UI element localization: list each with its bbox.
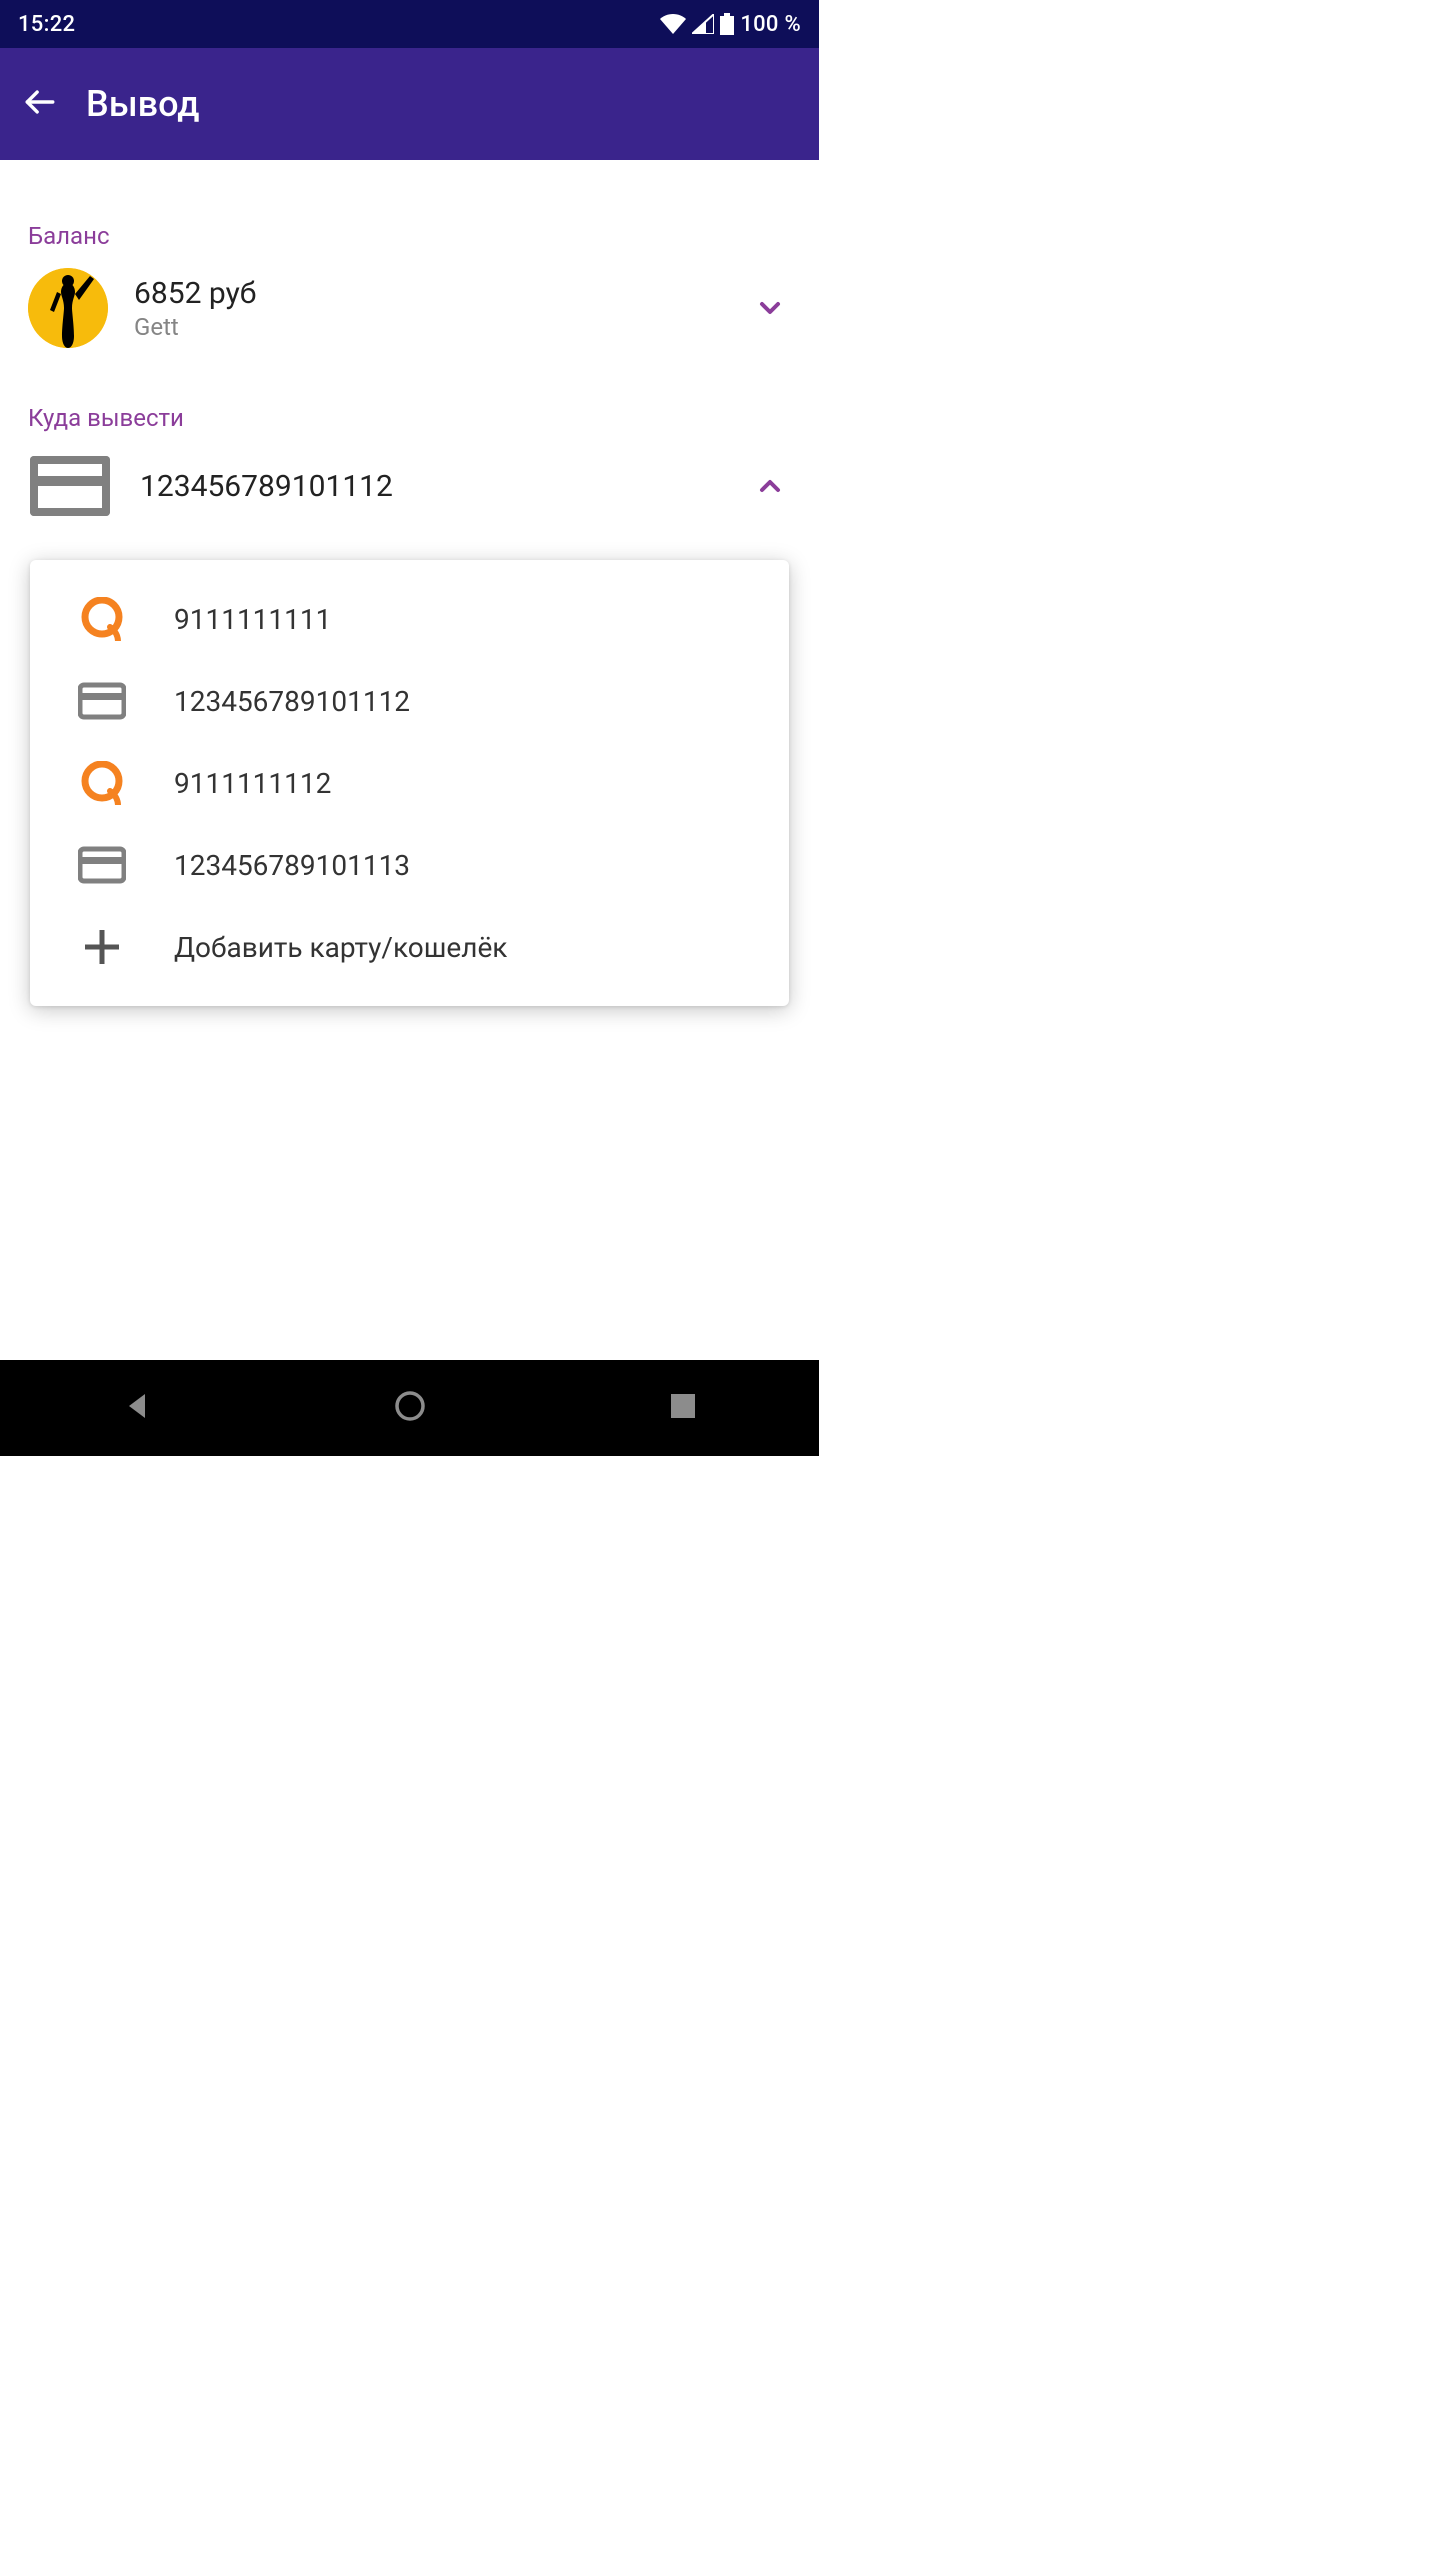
card-icon <box>78 841 126 889</box>
nav-home-button[interactable] <box>375 1373 445 1443</box>
cell-signal-icon <box>692 14 714 34</box>
provider-avatar <box>28 268 108 348</box>
dropdown-option-label: 123456789101112 <box>174 685 410 718</box>
qiwi-icon <box>78 759 126 807</box>
arrow-left-icon <box>23 85 57 123</box>
chevron-up-icon <box>749 465 791 507</box>
dropdown-option-card-2[interactable]: 123456789101113 <box>30 824 789 906</box>
status-bar: 15:22 100 % <box>0 0 819 48</box>
destination-dropdown: 9111111111 123456789101112 9111111112 12… <box>30 560 789 1006</box>
destination-selector[interactable]: 123456789101112 <box>28 454 791 518</box>
back-button[interactable] <box>16 80 64 128</box>
dropdown-option-qiwi-2[interactable]: 9111111112 <box>30 742 789 824</box>
chevron-down-icon <box>749 287 791 329</box>
system-nav-bar <box>0 1360 819 1456</box>
triangle-back-icon <box>121 1390 153 1426</box>
card-icon <box>28 454 112 518</box>
balance-selector[interactable]: 6852 руб Gett <box>28 268 791 348</box>
content: Баланс 6852 руб Gett Куда вывести <box>0 160 819 1360</box>
dropdown-option-qiwi-1[interactable]: 9111111111 <box>30 578 789 660</box>
qiwi-icon <box>78 595 126 643</box>
destination-selected: 123456789101112 <box>140 469 721 504</box>
dropdown-option-label: Добавить карту/кошелёк <box>174 931 507 964</box>
dropdown-option-card-1[interactable]: 123456789101112 <box>30 660 789 742</box>
plus-icon <box>78 923 126 971</box>
square-recent-icon <box>669 1392 697 1424</box>
app-bar: Вывод <box>0 48 819 160</box>
screen: 15:22 100 % Вывод Баланс <box>0 0 819 1456</box>
destination-section-label: Куда вывести <box>28 404 791 432</box>
battery-text: 100 % <box>740 12 801 37</box>
dropdown-option-label: 9111111111 <box>174 603 331 636</box>
wifi-icon <box>660 14 686 34</box>
balance-provider: Gett <box>134 313 723 341</box>
page-title: Вывод <box>86 83 200 125</box>
dropdown-option-label: 123456789101113 <box>174 849 410 882</box>
card-icon <box>78 677 126 725</box>
battery-icon <box>720 13 734 35</box>
circle-home-icon <box>393 1389 427 1427</box>
status-icons: 100 % <box>660 12 801 37</box>
status-time: 15:22 <box>18 12 75 37</box>
balance-text: 6852 руб Gett <box>134 276 723 341</box>
dropdown-option-add[interactable]: Добавить карту/кошелёк <box>30 906 789 988</box>
nav-back-button[interactable] <box>102 1373 172 1443</box>
balance-section-label: Баланс <box>28 222 791 250</box>
balance-amount: 6852 руб <box>134 276 723 311</box>
nav-recent-button[interactable] <box>648 1373 718 1443</box>
dropdown-option-label: 9111111112 <box>174 767 331 800</box>
